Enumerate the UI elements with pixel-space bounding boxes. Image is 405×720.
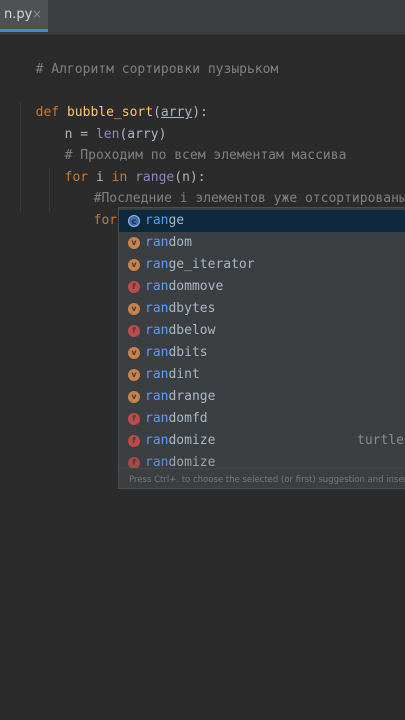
match-highlight: ran (145, 323, 169, 338)
completion-rest: dommove (168, 279, 224, 294)
match-highlight: ran (145, 345, 169, 360)
code-line-5: # Проходим по всем элементам массива (49, 123, 347, 163)
code-line-7: #Последние i элементов уже отсортированы (78, 166, 405, 206)
completion-rest: dbelow (168, 323, 216, 338)
completion-item[interactable]: v randrange (119, 386, 405, 408)
class-icon: c (128, 215, 140, 227)
completion-popup: c range v random v range_iterator f randommove v… (118, 207, 405, 489)
completion-rest: dint (168, 367, 200, 382)
func-icon: f (128, 413, 140, 425)
completion-item-label: randbelow (145, 320, 215, 342)
func-icon: f (128, 325, 140, 337)
var-icon: v (128, 237, 140, 249)
completion-item-label: randomize (145, 430, 215, 452)
tab-label: n.py (4, 7, 33, 22)
completion-item[interactable]: frandomizeturtlec (119, 430, 405, 452)
var-icon: v (128, 369, 140, 381)
completion-rest: ge (168, 213, 185, 228)
editor-tab-bar: n.py × (0, 0, 405, 35)
code-line-1: # Алгоритм сортировки пузырьком (20, 37, 279, 77)
completion-item-label: randomfd (145, 408, 208, 430)
completion-item-label: randommove (145, 276, 223, 298)
completion-item[interactable]: f randommove (119, 276, 405, 298)
completion-rest: domfd (168, 411, 208, 426)
completion-rest: ge_iterator (168, 257, 255, 272)
match-highlight: ran (145, 433, 169, 448)
code-line-6: for i in range(n): (49, 145, 206, 185)
code-line-3: def bubble_sort(arry): (20, 80, 208, 120)
completion-item-label: randbits (145, 342, 208, 364)
completion-item[interactable]: v randbits (119, 342, 405, 364)
completion-hint: Press Ctrl+. to choose the selected (or … (119, 468, 405, 488)
completion-rest: dom (168, 235, 192, 250)
match-highlight: ran (145, 213, 169, 228)
tab-file[interactable]: n.py × (0, 0, 48, 32)
var-icon: v (128, 303, 140, 315)
completion-rest: dbits (168, 345, 208, 360)
completion-item[interactable]: f randbelow (119, 320, 405, 342)
completion-rest: drange (168, 389, 216, 404)
match-highlight: ran (145, 257, 169, 272)
completion-item-label: range (145, 210, 184, 232)
match-highlight: ran (145, 301, 169, 316)
comment-text: # Алгоритм сортировки пузырьком (35, 62, 279, 77)
completion-item-label: random (145, 232, 192, 254)
match-highlight: ran (145, 279, 169, 294)
var-icon: v (128, 347, 140, 359)
code-line-4: n = len(arry) (49, 102, 167, 142)
completion-type-info: turtlec (357, 433, 405, 448)
completion-item[interactable]: f randomfd (119, 408, 405, 430)
completion-item[interactable]: v random (119, 232, 405, 254)
completion-item-label: randbytes (145, 298, 215, 320)
func-icon: f (128, 281, 140, 293)
completion-item-label: randint (145, 364, 200, 386)
completion-rest: dbytes (168, 301, 216, 316)
match-highlight: ran (145, 411, 169, 426)
completion-item[interactable]: v range_iterator (119, 254, 405, 276)
func-icon: f (128, 435, 140, 447)
completion-item-label: randrange (145, 386, 215, 408)
completion-rest: domize (168, 433, 216, 448)
close-icon[interactable]: × (32, 7, 42, 21)
keyword-for: for (93, 213, 118, 228)
paren-close: ): (192, 105, 208, 120)
completion-item-label: range_iterator (145, 254, 255, 276)
match-highlight: ran (145, 389, 169, 404)
completion-item[interactable]: v randbytes (119, 298, 405, 320)
match-highlight: ran (145, 367, 169, 382)
var-icon: v (128, 259, 140, 271)
completion-item[interactable]: v randint (119, 364, 405, 386)
var-icon: v (128, 391, 140, 403)
completion-item[interactable]: c range (119, 210, 405, 232)
match-highlight: ran (145, 235, 169, 250)
